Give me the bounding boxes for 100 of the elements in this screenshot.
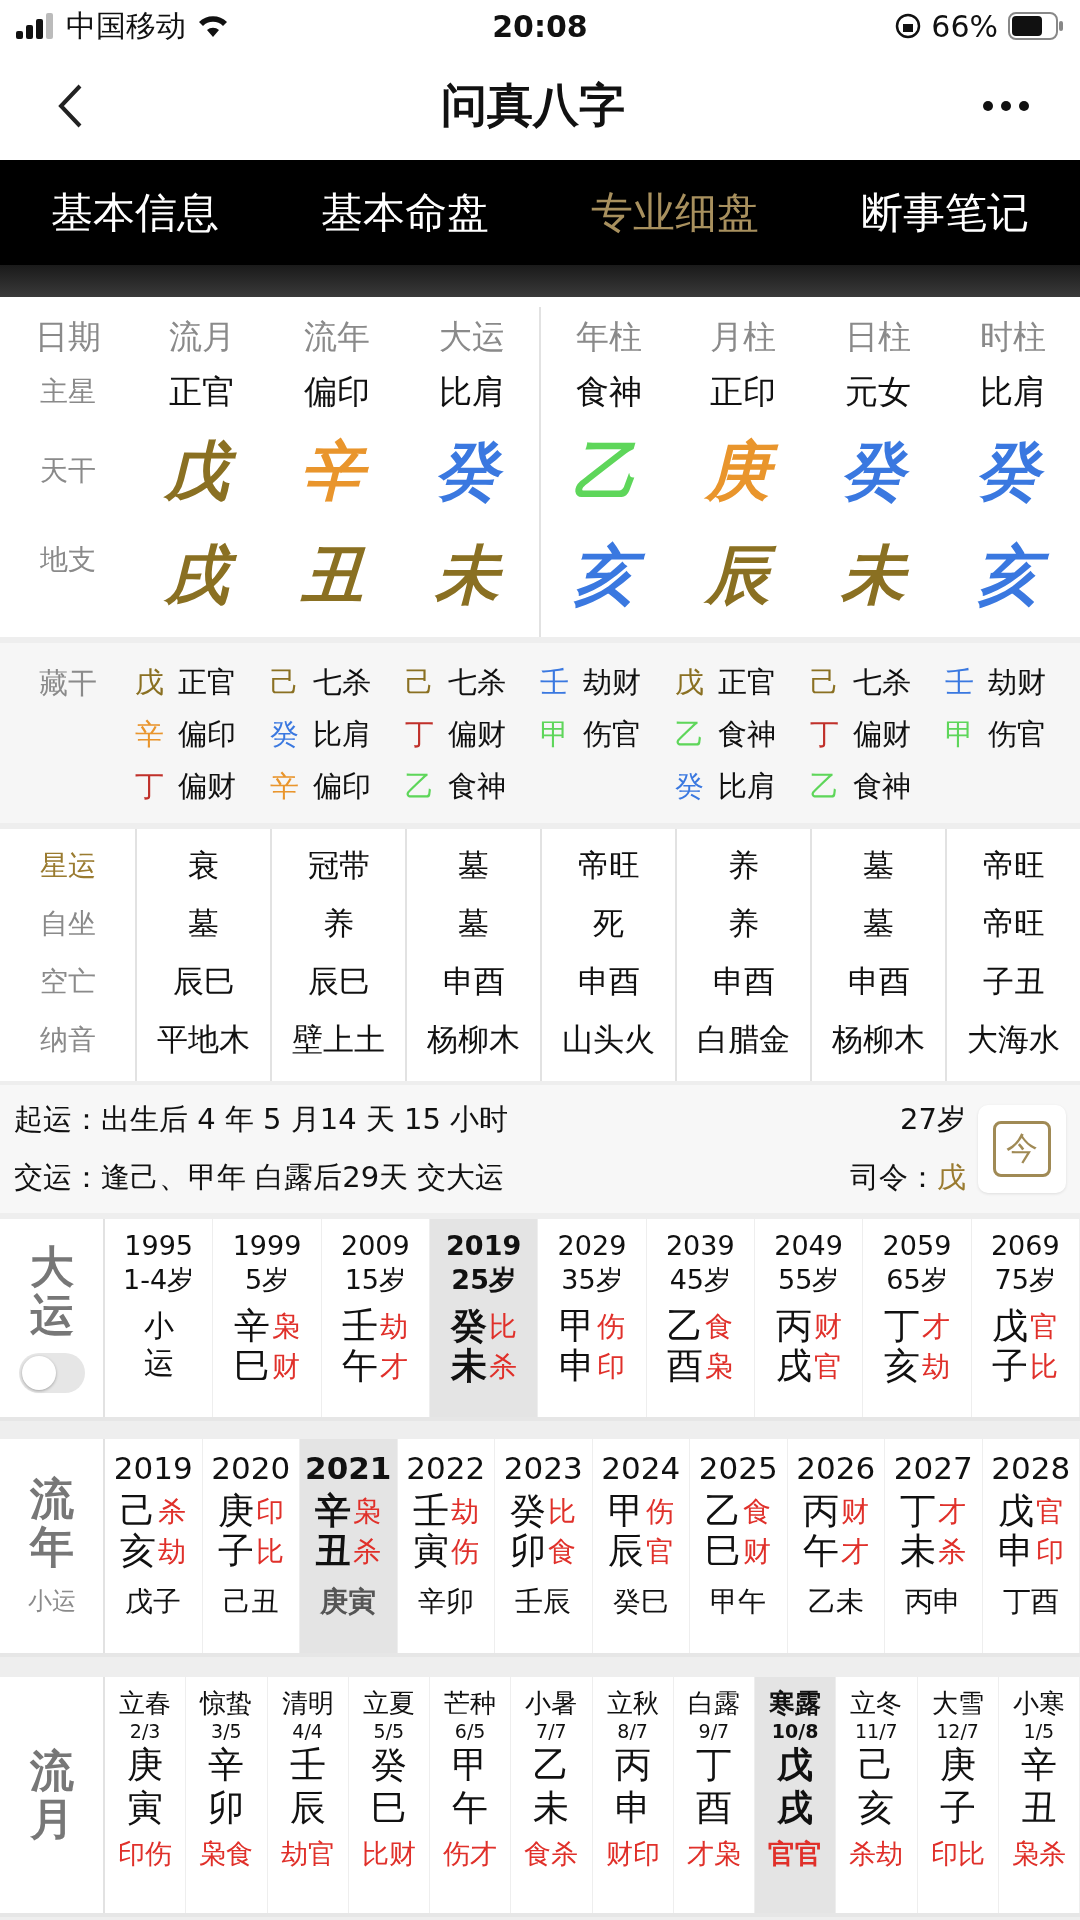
row-label: 星运 bbox=[39, 848, 96, 884]
detail-value: 杨柳木 bbox=[832, 1020, 925, 1059]
detail-value: 养 bbox=[323, 904, 354, 943]
hidden-stem: 乙 bbox=[675, 716, 704, 753]
hidden-stem: 丁 bbox=[405, 716, 434, 753]
column-header: 日柱 bbox=[844, 315, 911, 358]
detail-value: 平地木 bbox=[157, 1020, 250, 1059]
detail-value: 养 bbox=[728, 846, 759, 885]
row-label: 天干 bbox=[39, 453, 96, 489]
luck-period[interactable]: 2019 25岁 癸比 未杀 bbox=[430, 1219, 539, 1417]
earthly-branch: 未 bbox=[836, 532, 919, 618]
hidden-stem: 丁 bbox=[135, 768, 164, 805]
column-header: 年柱 bbox=[575, 315, 642, 358]
battery-icon bbox=[1008, 12, 1064, 40]
row-label: 空亡 bbox=[39, 964, 96, 1000]
detail-value: 冠带 bbox=[307, 846, 370, 885]
earthly-branch: 亥 bbox=[567, 532, 650, 618]
ten-god: 偏财 bbox=[448, 716, 506, 753]
detail-value: 墓 bbox=[458, 846, 489, 885]
luck-change-text: 交运：逢己、甲年 白露后29天 交大运 bbox=[14, 1159, 505, 1196]
hidden-stem: 乙 bbox=[405, 768, 434, 805]
ten-god: 伤官 bbox=[583, 716, 641, 753]
ten-god: 七杀 bbox=[448, 664, 506, 701]
row-label: 藏干 bbox=[38, 665, 97, 702]
detail-value: 墓 bbox=[863, 904, 894, 943]
detail-value: 申酉 bbox=[712, 962, 775, 1001]
ten-god: 正印 bbox=[710, 370, 777, 413]
column-header: 流年 bbox=[304, 315, 371, 358]
year-column[interactable]: 2021 辛枭 丑杀 庚寅 bbox=[300, 1439, 398, 1653]
ten-god: 比肩 bbox=[313, 716, 371, 753]
carrier-name: 中国移动 bbox=[66, 6, 186, 45]
ten-god: 食神 bbox=[853, 768, 911, 805]
ten-god: 七杀 bbox=[313, 664, 371, 701]
hidden-stem: 壬 bbox=[945, 664, 974, 701]
detail-value: 养 bbox=[728, 904, 759, 943]
row-label: 自坐 bbox=[39, 906, 96, 942]
back-icon[interactable] bbox=[56, 83, 84, 129]
ten-god: 比肩 bbox=[438, 370, 505, 413]
detail-value: 死 bbox=[593, 904, 624, 943]
row-label: 纳音 bbox=[39, 1022, 96, 1058]
ten-god: 比肩 bbox=[979, 370, 1046, 413]
ten-god: 正官 bbox=[178, 664, 236, 701]
hidden-stem: 壬 bbox=[540, 664, 569, 701]
row-label: 主星 bbox=[39, 374, 96, 410]
battery-percent: 66% bbox=[931, 8, 998, 44]
earthly-branch: 丑 bbox=[299, 536, 367, 614]
section-label: 大运 bbox=[29, 1242, 74, 1340]
hidden-stem: 甲 bbox=[945, 716, 974, 753]
ten-god: 偏印 bbox=[178, 716, 236, 753]
more-icon[interactable] bbox=[982, 100, 1030, 112]
tab[interactable]: 基本信息 bbox=[0, 160, 270, 265]
signal-icon bbox=[16, 13, 56, 39]
section-label: 流月 bbox=[29, 1746, 74, 1844]
heavenly-stem: 癸 bbox=[971, 428, 1054, 514]
tab[interactable]: 断事笔记 bbox=[810, 160, 1080, 265]
luck-start-text: 起运：出生后 4 年 5 月14 天 15 小时 bbox=[14, 1101, 509, 1138]
detail-value: 辰巳 bbox=[172, 962, 235, 1001]
hidden-stem: 戊 bbox=[135, 664, 164, 701]
earthly-branch: 戌 bbox=[161, 532, 244, 618]
detail-value: 帝旺 bbox=[982, 904, 1045, 943]
column-header: 月柱 bbox=[710, 315, 777, 358]
heavenly-stem: 戊 bbox=[161, 428, 244, 514]
ten-god: 劫财 bbox=[988, 664, 1046, 701]
hidden-stem: 癸 bbox=[675, 768, 704, 805]
detail-value: 墓 bbox=[458, 904, 489, 943]
hidden-stem: 乙 bbox=[810, 768, 839, 805]
ten-god: 比肩 bbox=[718, 768, 776, 805]
row-label: 地支 bbox=[39, 542, 96, 578]
detail-value: 子丑 bbox=[982, 962, 1045, 1001]
detail-value: 申酉 bbox=[577, 962, 640, 1001]
sub-label: 小运 bbox=[27, 1586, 76, 1618]
ten-god: 正官 bbox=[718, 664, 776, 701]
detail-value: 帝旺 bbox=[577, 846, 640, 885]
detail-value: 帝旺 bbox=[982, 846, 1045, 885]
ten-god: 偏财 bbox=[853, 716, 911, 753]
hidden-stem: 己 bbox=[405, 664, 434, 701]
rotation-lock-icon bbox=[895, 13, 922, 39]
detail-value: 大海水 bbox=[967, 1020, 1060, 1059]
column-header: 流月 bbox=[169, 315, 236, 358]
column-header: 时柱 bbox=[979, 315, 1046, 358]
hidden-stem: 丁 bbox=[810, 716, 839, 753]
column-header: 大运 bbox=[438, 315, 505, 358]
hidden-stem: 辛 bbox=[270, 768, 299, 805]
ten-god: 元女 bbox=[844, 370, 911, 413]
ten-god: 食神 bbox=[575, 370, 642, 413]
section-label: 流年 bbox=[29, 1474, 74, 1572]
toggle-switch[interactable] bbox=[18, 1353, 85, 1394]
earthly-branch: 未 bbox=[430, 532, 513, 618]
row-label: 日期 bbox=[34, 315, 101, 358]
detail-value: 衰 bbox=[188, 846, 219, 885]
hidden-stem: 戊 bbox=[675, 664, 704, 701]
detail-value: 辰巳 bbox=[307, 962, 370, 1001]
tab[interactable]: 基本命盘 bbox=[270, 160, 540, 265]
commander-label: 司令： bbox=[850, 1159, 937, 1196]
commander-stem: 戊 bbox=[937, 1159, 966, 1196]
detail-value: 山头火 bbox=[562, 1020, 655, 1059]
hidden-stem: 己 bbox=[270, 664, 299, 701]
hidden-stem: 癸 bbox=[270, 716, 299, 753]
month-column[interactable]: 寒露 10/8 戊 戌 官官 bbox=[755, 1677, 837, 1913]
tab[interactable]: 专业细盘 bbox=[540, 160, 810, 265]
